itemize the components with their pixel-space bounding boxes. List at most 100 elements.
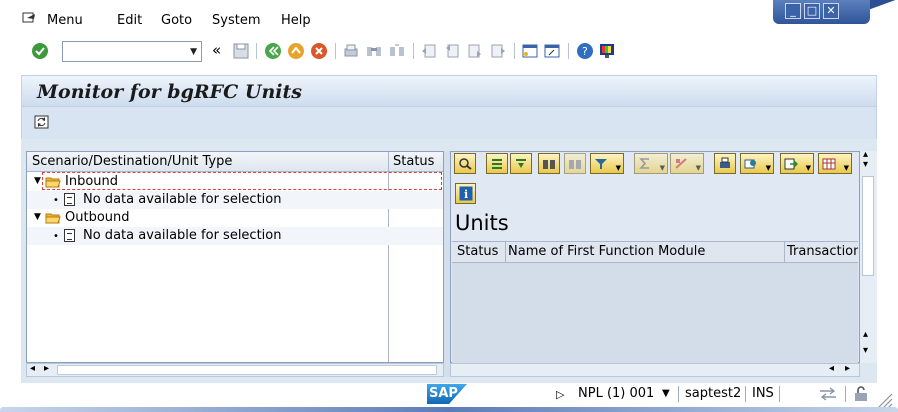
export-button[interactable]: ▼ <box>780 153 814 174</box>
sap-gui-window: _ □ ✕ Menu Edit Goto System Help ▼ « ? M… <box>0 0 898 412</box>
menu-system[interactable]: System <box>212 13 260 28</box>
status-bar: SAP ▷ NPL (1) 001 ▼ saptest2 INS <box>0 380 898 408</box>
tree-leaf[interactable]: • No data available for selection <box>27 191 443 209</box>
sort-ascending-icon <box>492 159 502 169</box>
close-window-button[interactable]: ✕ <box>823 3 839 19</box>
subtotal-icon <box>675 158 687 169</box>
units-grid-header: Status Name of First Function Module Tra… <box>452 241 858 263</box>
insert-mode: INS <box>752 386 774 401</box>
menu-menu[interactable]: Menu <box>47 13 83 28</box>
find-button[interactable] <box>538 153 560 174</box>
lock-icon[interactable] <box>853 385 869 402</box>
find-next-button[interactable] <box>564 153 586 174</box>
minimize-button[interactable]: _ <box>785 3 801 19</box>
column-header-transaction[interactable]: Transaction <box>787 244 858 259</box>
refresh-icon[interactable] <box>33 113 51 131</box>
back-icon[interactable] <box>264 42 282 60</box>
units-vertical-scrollbar[interactable]: ▴ ▾ ▴ ▾ <box>860 149 877 363</box>
help-icon[interactable]: ? <box>576 42 594 60</box>
print-icon[interactable] <box>342 42 360 60</box>
subtotal-button[interactable]: ▼ <box>670 153 704 174</box>
chevron-down-icon[interactable]: ▼ <box>662 388 670 399</box>
expand-triangle-icon[interactable]: ▼ <box>34 176 41 186</box>
resize-grip-icon[interactable] <box>876 392 894 408</box>
exit-icon[interactable] <box>287 42 305 60</box>
toolbar-separator <box>256 43 257 59</box>
cancel-icon[interactable] <box>310 42 328 60</box>
svg-text:i: i <box>464 188 468 201</box>
scrollbar-thumb[interactable] <box>862 176 874 276</box>
scroll-left-icon[interactable]: ◂ <box>829 363 834 374</box>
export-icon <box>784 158 798 170</box>
sort-ascending-button[interactable] <box>486 153 508 174</box>
scroll-right-icon[interactable]: ▸ <box>845 363 850 374</box>
column-header-status[interactable]: Status <box>457 244 498 259</box>
scroll-down-icon[interactable]: ▾ <box>863 159 868 170</box>
binoculars-icon <box>543 160 555 169</box>
toolbar-separator <box>514 43 515 59</box>
sort-descending-button[interactable] <box>510 153 532 174</box>
sigma-icon <box>639 158 649 169</box>
toolbar-separator <box>335 43 336 59</box>
toolbar-separator <box>568 43 569 59</box>
menu-help[interactable]: Help <box>281 13 311 28</box>
status-expand-icon[interactable]: ▷ <box>556 388 564 401</box>
menu-icon[interactable] <box>22 12 36 24</box>
expand-triangle-icon[interactable]: ▼ <box>34 212 41 222</box>
column-header-scenario[interactable]: Scenario/Destination/Unit Type <box>32 154 232 169</box>
command-input[interactable] <box>63 42 181 61</box>
next-page-icon[interactable] <box>466 42 484 60</box>
alv-toolbar: ▼ ▼ ▼ ▼ ▼ ▼ <box>452 153 858 177</box>
shortcut-icon[interactable] <box>543 42 561 60</box>
connection-icon[interactable] <box>818 386 838 402</box>
check-icon[interactable] <box>31 42 49 60</box>
scrollbar-thumb[interactable] <box>57 365 437 375</box>
menu-edit[interactable]: Edit <box>117 13 142 28</box>
info-icon: i <box>459 186 473 201</box>
scroll-left-icon[interactable]: ◂ <box>30 363 35 374</box>
layout-button[interactable]: ▼ <box>818 153 852 174</box>
previous-page-icon[interactable] <box>443 42 461 60</box>
bullet-icon: • <box>53 231 59 242</box>
tree-leaf[interactable]: • No data available for selection <box>27 227 443 245</box>
tree-node-label: Outbound <box>65 210 130 225</box>
scroll-right-icon[interactable]: ▸ <box>44 363 49 374</box>
document-icon <box>64 229 75 242</box>
details-button[interactable] <box>454 153 476 174</box>
filter-button[interactable]: ▼ <box>590 153 624 174</box>
units-grid-body <box>452 263 858 363</box>
first-page-icon[interactable] <box>420 42 438 60</box>
page-title: Monitor for bgRFC Units <box>37 81 302 103</box>
scroll-up-icon[interactable]: ▴ <box>863 329 868 340</box>
chevron-down-icon: ▼ <box>765 164 771 172</box>
new-session-icon[interactable] <box>521 42 539 60</box>
collapse-command-button[interactable]: « <box>212 41 221 59</box>
maximize-button[interactable]: □ <box>804 3 820 19</box>
customize-layout-icon[interactable] <box>598 42 616 60</box>
tree-node-outbound[interactable]: ▼ Outbound <box>27 209 443 227</box>
folder-open-icon <box>45 213 61 224</box>
save-icon[interactable] <box>232 42 250 60</box>
print-preview-button[interactable] <box>714 153 736 174</box>
find-next-icon[interactable] <box>388 42 406 60</box>
find-icon[interactable] <box>365 42 383 60</box>
total-button[interactable]: ▼ <box>634 153 668 174</box>
scroll-down-icon[interactable]: ▾ <box>863 345 868 356</box>
last-page-icon[interactable] <box>489 42 507 60</box>
grid-layout-icon <box>822 158 836 170</box>
column-header-status[interactable]: Status <box>393 154 434 169</box>
status-separator <box>745 386 746 402</box>
column-header-function-module[interactable]: Name of First Function Module <box>508 244 705 259</box>
tree-horizontal-scrollbar[interactable]: ◂ ▸ <box>26 363 444 377</box>
tree-header: Scenario/Destination/Unit Type Status <box>27 152 443 172</box>
units-heading: Units <box>455 211 509 235</box>
information-button[interactable]: i <box>455 183 476 204</box>
command-field[interactable]: ▼ <box>62 41 202 62</box>
chevron-down-icon[interactable]: ▼ <box>190 47 197 57</box>
units-horizontal-scrollbar[interactable]: ◂ ▸ <box>450 363 860 377</box>
views-button[interactable]: ▼ <box>740 153 774 174</box>
status-separator <box>845 386 846 402</box>
menu-goto[interactable]: Goto <box>161 13 192 28</box>
column-divider <box>784 242 785 262</box>
system-info: NPL (1) 001 <box>578 386 655 401</box>
